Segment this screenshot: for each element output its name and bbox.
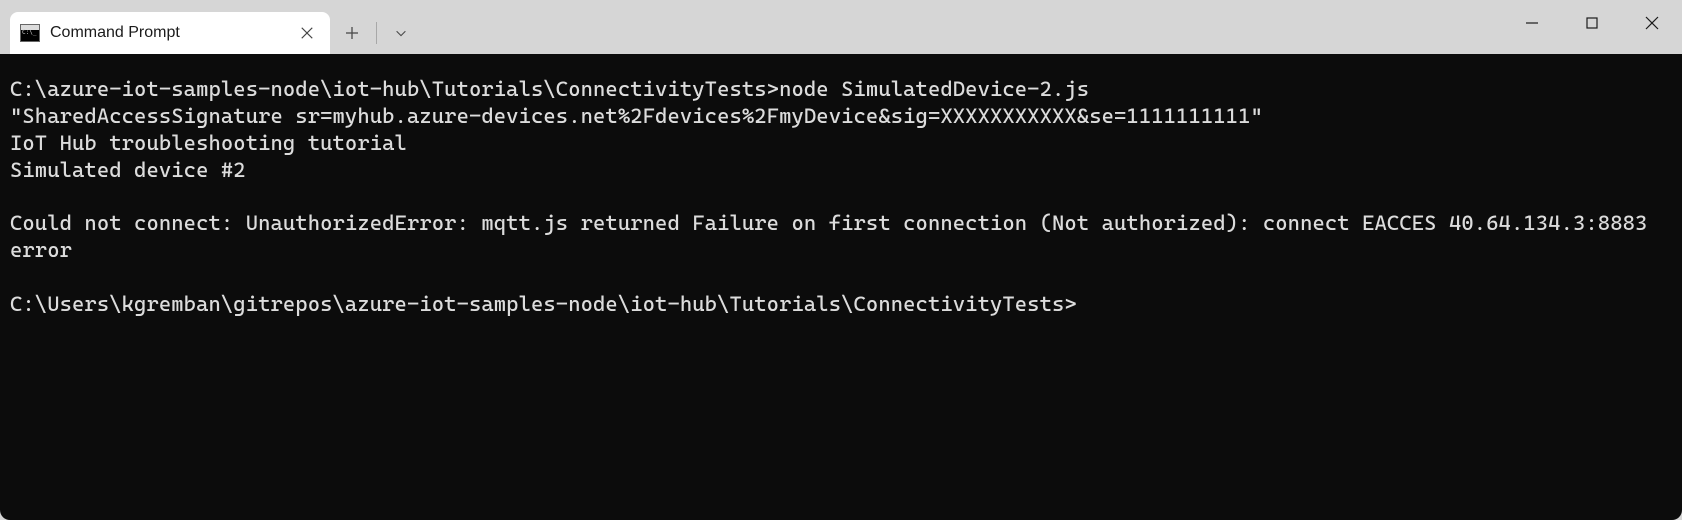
terminal-output[interactable]: C:\azure-iot-samples-node\iot-hub\Tutori… (0, 54, 1682, 520)
close-icon (300, 26, 314, 40)
minimize-button[interactable] (1502, 0, 1562, 46)
tab-actions (330, 12, 423, 54)
window: Command Prompt C:\azure-i (0, 0, 1682, 520)
cmd-icon (20, 24, 40, 42)
new-tab-button[interactable] (330, 13, 374, 53)
minimize-icon (1525, 16, 1539, 30)
maximize-icon (1585, 16, 1599, 30)
maximize-button[interactable] (1562, 0, 1622, 46)
tab-title: Command Prompt (50, 24, 288, 42)
close-window-button[interactable] (1622, 0, 1682, 46)
plus-icon (344, 25, 360, 41)
titlebar: Command Prompt (0, 0, 1682, 54)
close-tab-button[interactable] (298, 24, 316, 42)
tab-command-prompt[interactable]: Command Prompt (10, 12, 330, 54)
chevron-down-icon (394, 26, 408, 40)
tab-dropdown-button[interactable] (379, 13, 423, 53)
window-controls (1502, 0, 1682, 46)
close-icon (1644, 15, 1660, 31)
divider (376, 22, 377, 44)
